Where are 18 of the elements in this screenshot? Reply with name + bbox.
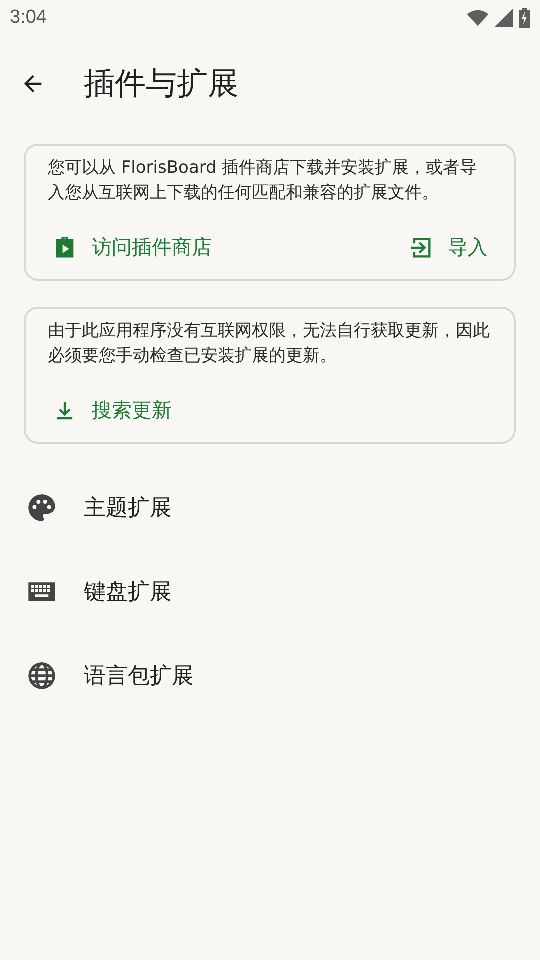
action-button[interactable]: 搜索更新 [48,391,176,430]
card-text: 您可以从 FlorisBoard 插件商店下载并安装扩展，或者导入您从互联网上下载的任何匹配和兼容的扩展文件。 [48,157,478,205]
battery-icon [519,8,530,28]
action-button[interactable]: 导入 [404,228,492,267]
page-title: 插件与扩展 [84,65,239,104]
signal-icon [495,9,513,27]
wifi-icon [467,9,489,27]
palette-icon [26,492,58,524]
action-button[interactable]: 访问插件商店 [48,228,216,267]
list-item[interactable]: 语言包扩展 [0,634,540,718]
card-text: 由于此应用程序没有互联网权限，无法自行获取更新，因此必须要您手动检查已安装扩展的更新。 [48,320,491,368]
globe-icon [26,660,58,692]
item-label: 键盘扩展 [84,579,172,607]
item-label: 语言包扩展 [84,663,194,691]
list-item[interactable]: 主题扩展 [0,466,540,550]
item-label: 主题扩展 [84,495,172,523]
list-item[interactable]: 键盘扩展 [0,550,540,634]
status-time: 3:04 [10,7,47,29]
